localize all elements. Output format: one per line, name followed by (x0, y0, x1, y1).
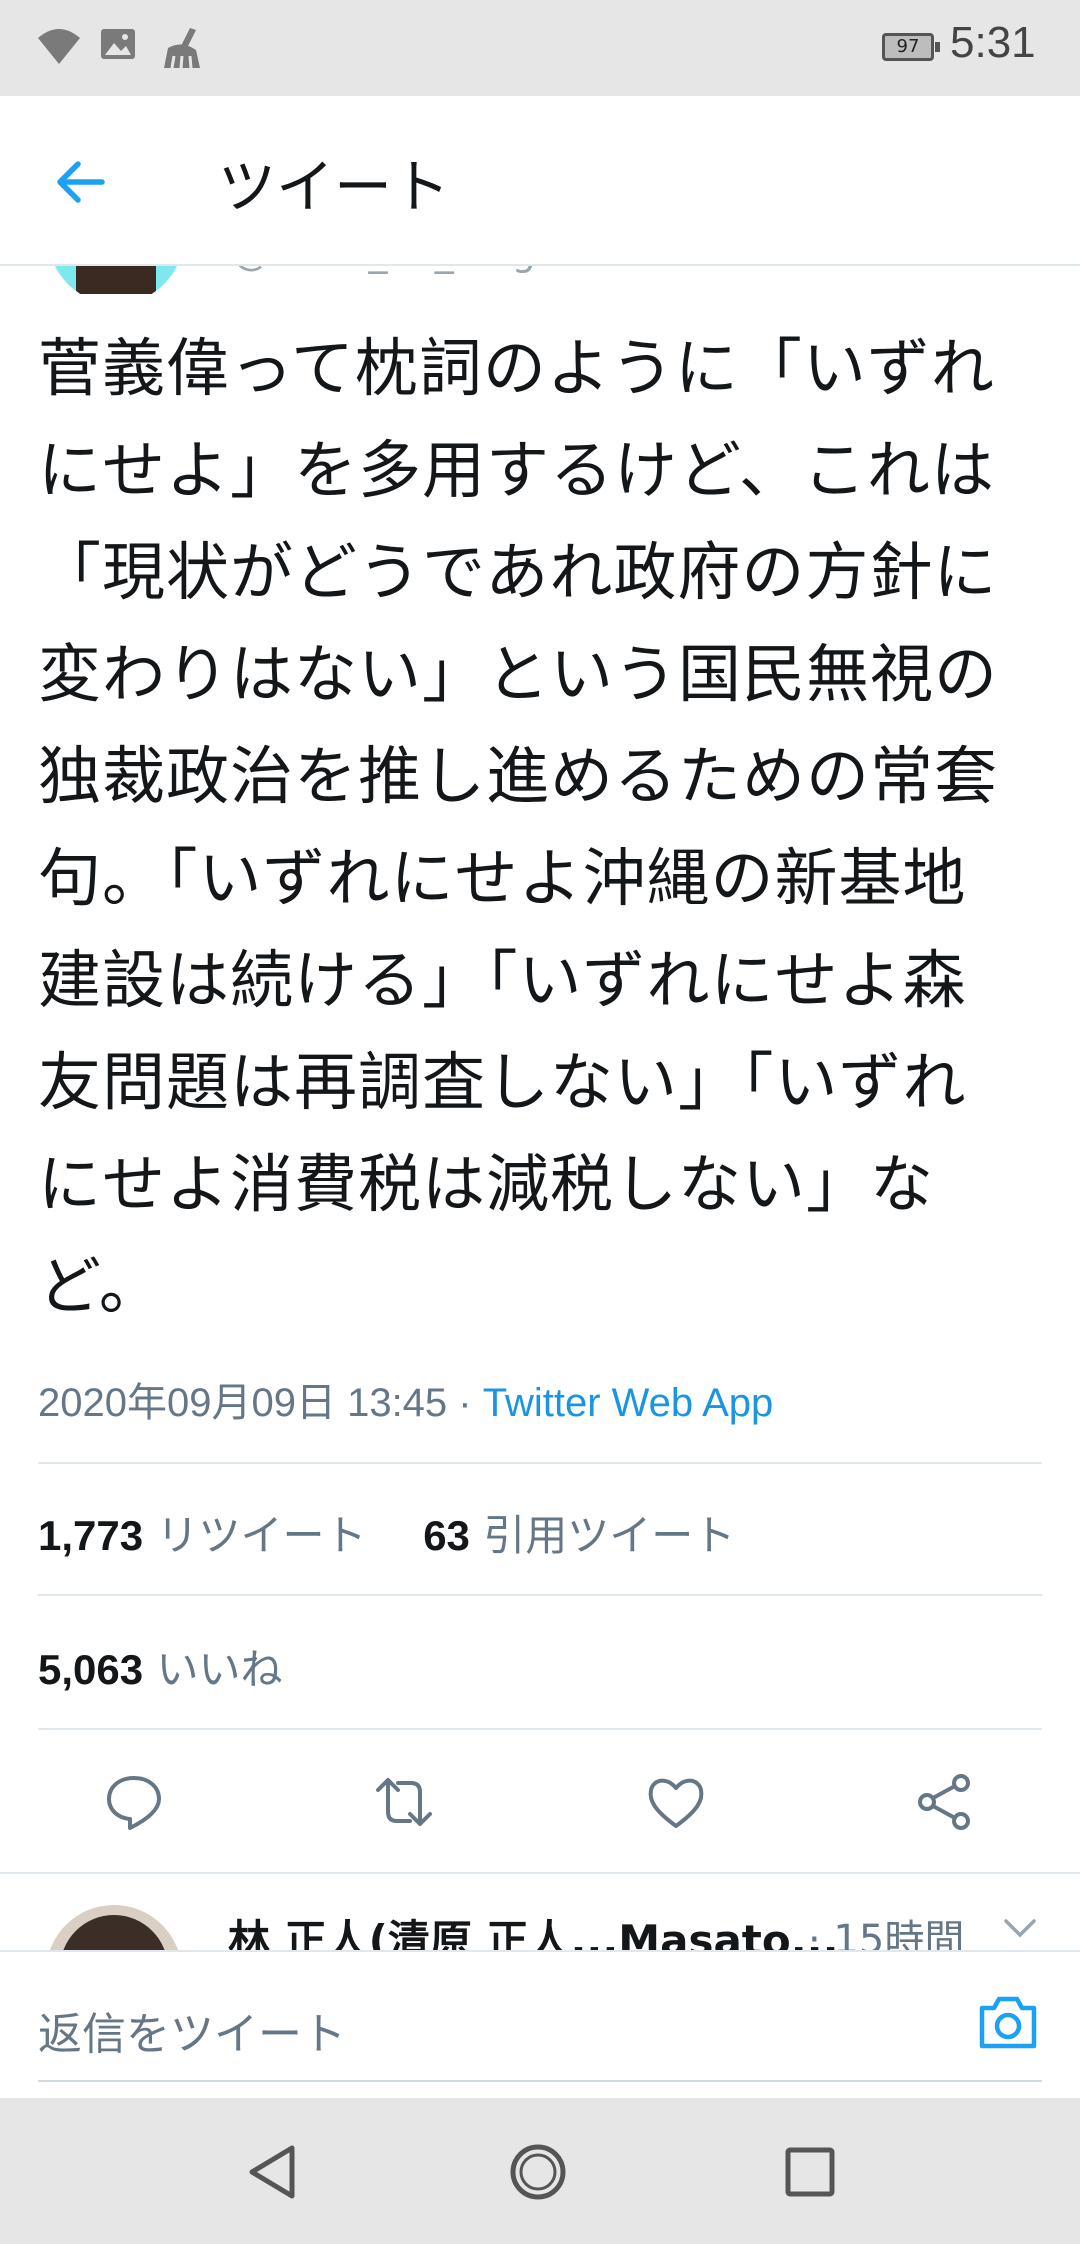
share-icon[interactable] (914, 1772, 974, 1832)
tweet-line: 建設は続ける」「いずれにせよ森 (38, 944, 967, 1017)
tweet-line: にせよ」を多用するけど、これは (38, 434, 995, 507)
like-icon[interactable] (646, 1772, 706, 1832)
retweet-stats: 1,773 リツイート 63 引用ツイート (38, 1502, 735, 1563)
system-navigation-bar (0, 2098, 1080, 2244)
tweet-line: 「現状がどうであれ政府の方針に (38, 536, 998, 609)
home-circle-icon[interactable] (508, 2142, 568, 2202)
tweet-source-link[interactable]: Twitter Web App (483, 1381, 774, 1425)
reply-author-name[interactable]: 林 正人(清原 正人...Masato... (228, 1907, 839, 1951)
battery-indicator: 97 (882, 33, 940, 61)
status-bar: 97 5:31 (0, 0, 1080, 96)
image-icon (101, 29, 135, 59)
divider (38, 1728, 1042, 1730)
recents-square-icon[interactable] (780, 2142, 840, 2202)
cleaner-icon (164, 28, 200, 69)
tweet-timestamp: 2020年09月09日 13:45 (38, 1381, 448, 1425)
likes-label: いいね (156, 1645, 283, 1694)
divider (38, 1462, 1042, 1464)
author-row[interactable]: @kikko_no_blog (0, 264, 1080, 294)
likes-stats[interactable]: 5,063 いいね (38, 1636, 282, 1697)
quotes-link[interactable]: 63 引用ツイート (423, 1511, 735, 1560)
tweet-line: 句。「いずれにせよ沖縄の新基地 (38, 842, 967, 915)
chevron-down-icon[interactable] (1002, 1917, 1038, 1941)
author-avatar[interactable] (48, 264, 184, 294)
retweets-count: 1,773 (38, 1512, 144, 1559)
page-title: ツイート (218, 153, 451, 221)
back-arrow-icon[interactable] (50, 152, 110, 212)
quotes-label: 引用ツイート (483, 1511, 736, 1560)
top-app-bar: ツイート (0, 96, 1080, 266)
status-time: 5:31 (950, 18, 1036, 67)
tweet-line: 独裁政治を推し進めるための常套 (38, 740, 998, 813)
divider (0, 1872, 1080, 1874)
reply-time: · 15時間 (808, 1917, 965, 1951)
reply-icon[interactable] (104, 1772, 164, 1832)
tweet-line: 変わりはない」という国民無視の (38, 638, 998, 711)
back-triangle-icon[interactable] (242, 2142, 302, 2202)
reply-compose-bar: 返信をツイート (0, 1950, 1080, 2100)
reply-input[interactable]: 返信をツイート (38, 1998, 346, 2062)
retweets-link[interactable]: 1,773 リツイート (38, 1511, 366, 1560)
camera-icon[interactable] (976, 1992, 1040, 2052)
likes-count: 5,063 (38, 1646, 144, 1693)
tweet-line: 友問題は再調査しない」「いずれ (38, 1046, 967, 1119)
tweet-metadata: 2020年09月09日 13:45 · Twitter Web App (38, 1370, 773, 1428)
divider (38, 1594, 1042, 1596)
retweet-icon[interactable] (374, 1772, 434, 1832)
tweet-line: 菅義偉って枕詞のように「いずれ (38, 332, 995, 405)
tweet-line: にせよ消費税は減税しない」な (38, 1148, 934, 1221)
meta-separator: · (447, 1381, 483, 1425)
quotes-count: 63 (423, 1512, 470, 1559)
reply-avatar[interactable] (46, 1905, 182, 1951)
reply-item[interactable]: 林 正人(清原 正人...Masato... · 15時間 (0, 1875, 1080, 1951)
tweet-line: ど。 (38, 1250, 163, 1323)
tweet-body: 菅義偉って枕詞のように「いずれ にせよ」を多用するけど、これは 「現状がどうであ… (38, 318, 1048, 1338)
retweets-label: リツイート (156, 1511, 367, 1560)
wifi-icon (38, 29, 80, 64)
compose-underline (38, 2080, 1042, 2082)
